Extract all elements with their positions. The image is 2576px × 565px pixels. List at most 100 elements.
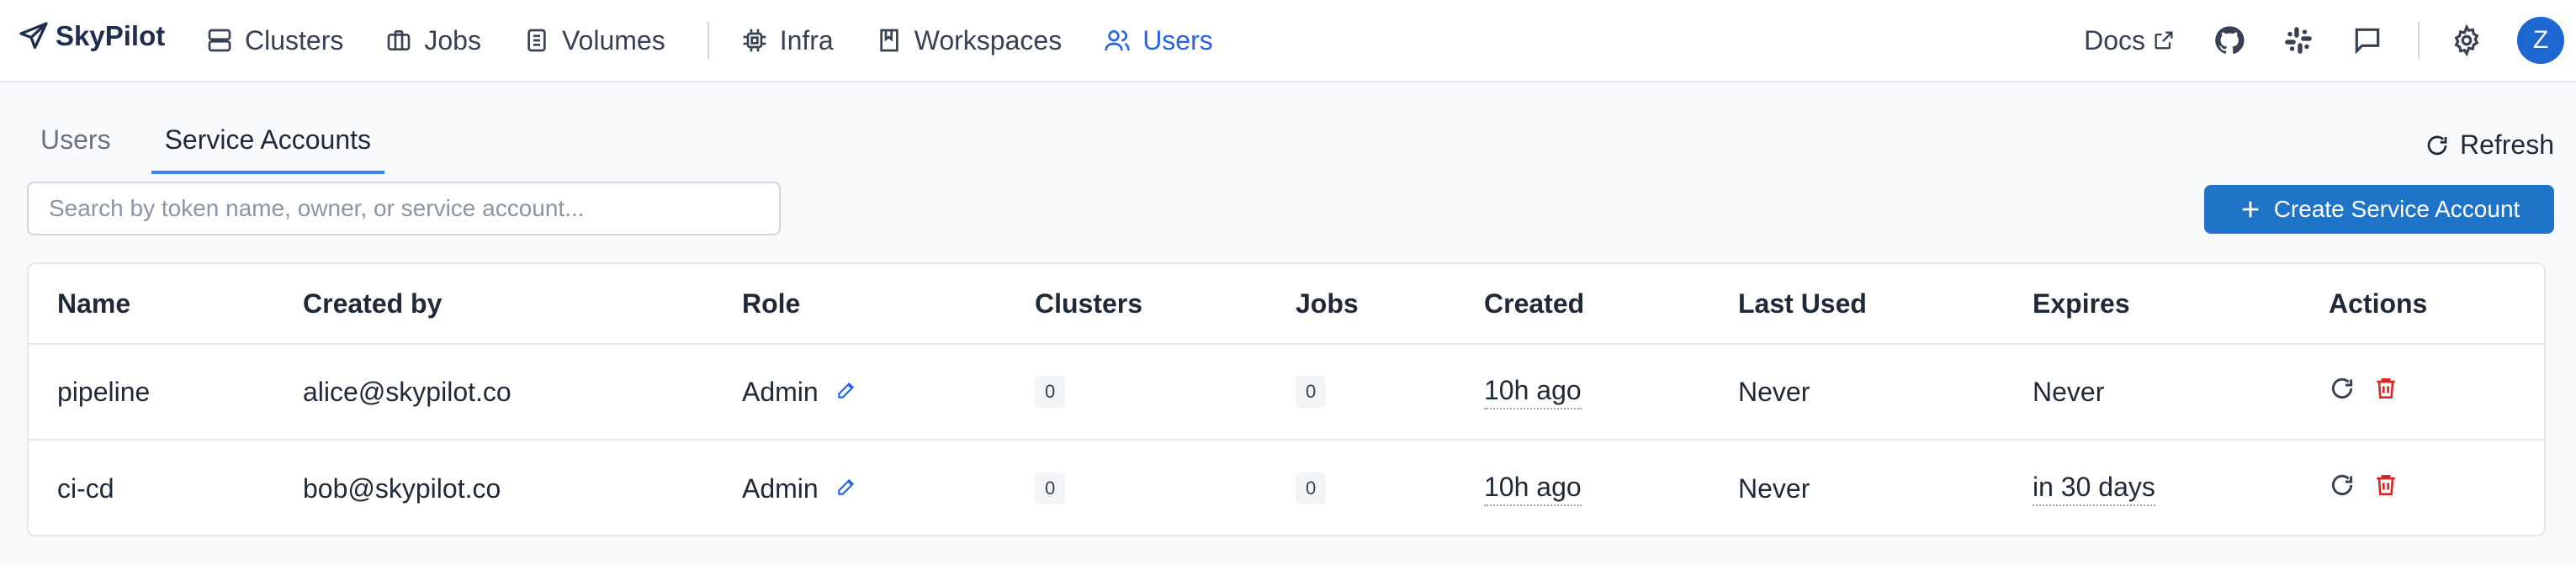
edit-role-button[interactable] (835, 377, 857, 408)
users-icon (1105, 30, 1130, 51)
nav-label: Jobs (424, 24, 481, 55)
role-value: Admin (742, 473, 819, 504)
column-header-jobs[interactable]: Jobs (1296, 288, 1359, 319)
nav-item-users[interactable]: Users (1104, 25, 1213, 56)
created-by-cell: alice@skypilot.co (303, 376, 511, 407)
right-nav: Docs Z (2084, 0, 2576, 81)
column-header-name[interactable]: Name (57, 288, 130, 319)
name-cell: ci-cd (57, 473, 114, 504)
role-value: Admin (742, 376, 819, 407)
nav-item-jobs[interactable]: Jobs (385, 25, 481, 56)
clusters-cell: 0 (1035, 376, 1066, 408)
last-used-cell: Never (1738, 376, 1810, 407)
role-cell: Admin (742, 377, 857, 408)
main-nav: Clusters Jobs Volumes Infra Workspaces U… (206, 0, 1255, 81)
role-cell: Admin (742, 473, 857, 504)
expires-cell: in 30 days (2033, 472, 2155, 506)
created-cell: 10h ago (1484, 375, 1582, 409)
brand-logo[interactable]: SkyPilot (19, 20, 165, 52)
briefcase-icon (388, 30, 411, 50)
slack-icon (2285, 27, 2312, 54)
cpu-icon (743, 29, 766, 52)
clusters-count-badge[interactable]: 0 (1035, 376, 1066, 408)
clusters-count-badge[interactable]: 0 (1035, 473, 1066, 504)
trash-icon (2377, 378, 2395, 399)
refresh-label: Refresh (2459, 129, 2554, 160)
created-time: 10h ago (1484, 472, 1582, 506)
refresh-button[interactable]: Refresh (2425, 129, 2554, 161)
refresh-icon (2331, 378, 2353, 399)
pencil-icon (837, 382, 854, 399)
nav-item-infra[interactable]: Infra (741, 25, 834, 56)
server-icon (208, 29, 231, 52)
column-header-actions: Actions (2329, 288, 2428, 319)
column-header-created-by[interactable]: Created by (303, 288, 442, 319)
column-header-role[interactable]: Role (742, 288, 800, 319)
nav-label: Infra (779, 24, 834, 55)
clusters-cell: 0 (1035, 473, 1066, 504)
top-navigation-bar: SkyPilot Clusters Jobs Volumes Infra Wor… (0, 0, 2576, 82)
nav-item-volumes[interactable]: Volumes (523, 25, 665, 56)
github-icon (2215, 26, 2245, 55)
nav-divider (2418, 22, 2420, 59)
column-header-expires[interactable]: Expires (2033, 288, 2130, 319)
rotate-token-button[interactable] (2329, 472, 2356, 505)
paper-plane-icon (19, 22, 48, 50)
refresh-icon (2331, 474, 2353, 495)
jobs-cell: 0 (1296, 473, 1327, 504)
jobs-cell: 0 (1296, 376, 1327, 408)
column-header-last-used[interactable]: Last Used (1738, 288, 1867, 319)
github-button[interactable] (2211, 22, 2248, 59)
docs-link[interactable]: Docs (2084, 25, 2176, 56)
settings-button[interactable] (2448, 22, 2485, 59)
table-header: Name Created by Role Clusters Jobs Creat… (29, 264, 2544, 345)
column-header-clusters[interactable]: Clusters (1035, 288, 1142, 319)
jobs-count-badge[interactable]: 0 (1296, 473, 1327, 504)
tab-users[interactable]: Users (27, 116, 125, 174)
refresh-icon (2427, 135, 2447, 155)
avatar[interactable]: Z (2517, 17, 2564, 64)
pencil-icon (837, 478, 854, 495)
expires-cell: Never (2033, 376, 2105, 407)
created-time: 10h ago (1484, 375, 1582, 409)
delete-button[interactable] (2372, 472, 2399, 505)
actions-cell (2329, 472, 2399, 505)
tab-service-accounts[interactable]: Service Accounts (151, 116, 385, 174)
feedback-button[interactable] (2349, 22, 2386, 59)
create-service-account-button[interactable]: Create Service Account (2204, 185, 2554, 234)
nav-item-clusters[interactable]: Clusters (206, 25, 343, 56)
created-by-cell: bob@skypilot.co (303, 473, 501, 504)
brand-name: SkyPilot (56, 20, 166, 51)
tab-bar: Users Service Accounts (27, 116, 411, 174)
docs-label: Docs (2084, 24, 2145, 55)
search-input[interactable] (27, 182, 781, 235)
nav-label: Workspaces (914, 24, 1063, 55)
created-cell: 10h ago (1484, 472, 1582, 506)
message-icon (2355, 28, 2380, 55)
edit-role-button[interactable] (835, 473, 857, 504)
nav-label: Users (1142, 24, 1213, 55)
name-cell: pipeline (57, 376, 151, 407)
external-link-icon (2155, 31, 2173, 50)
nav-label: Clusters (245, 24, 344, 55)
nav-divider (707, 22, 709, 59)
volume-icon (527, 29, 546, 52)
nav-label: Volumes (561, 24, 665, 55)
column-header-created[interactable]: Created (1484, 288, 1584, 319)
jobs-count-badge[interactable]: 0 (1296, 376, 1327, 408)
delete-button[interactable] (2372, 375, 2399, 409)
actions-cell (2329, 375, 2399, 409)
table-row: pipeline alice@skypilot.co Admin 0 0 10h… (29, 345, 2544, 441)
book-icon (880, 29, 898, 52)
plus-icon (2242, 201, 2259, 218)
create-label: Create Service Account (2273, 196, 2520, 222)
table-row: ci-cd bob@skypilot.co Admin 0 0 10h ago … (29, 441, 2544, 535)
nav-item-workspaces[interactable]: Workspaces (876, 25, 1062, 56)
service-accounts-table: Name Created by Role Clusters Jobs Creat… (27, 262, 2546, 536)
trash-icon (2377, 475, 2395, 495)
gear-icon (2454, 24, 2479, 56)
rotate-token-button[interactable] (2329, 375, 2356, 409)
slack-button[interactable] (2280, 22, 2317, 59)
last-used-cell: Never (1738, 473, 1810, 504)
expires-time: in 30 days (2033, 472, 2155, 506)
